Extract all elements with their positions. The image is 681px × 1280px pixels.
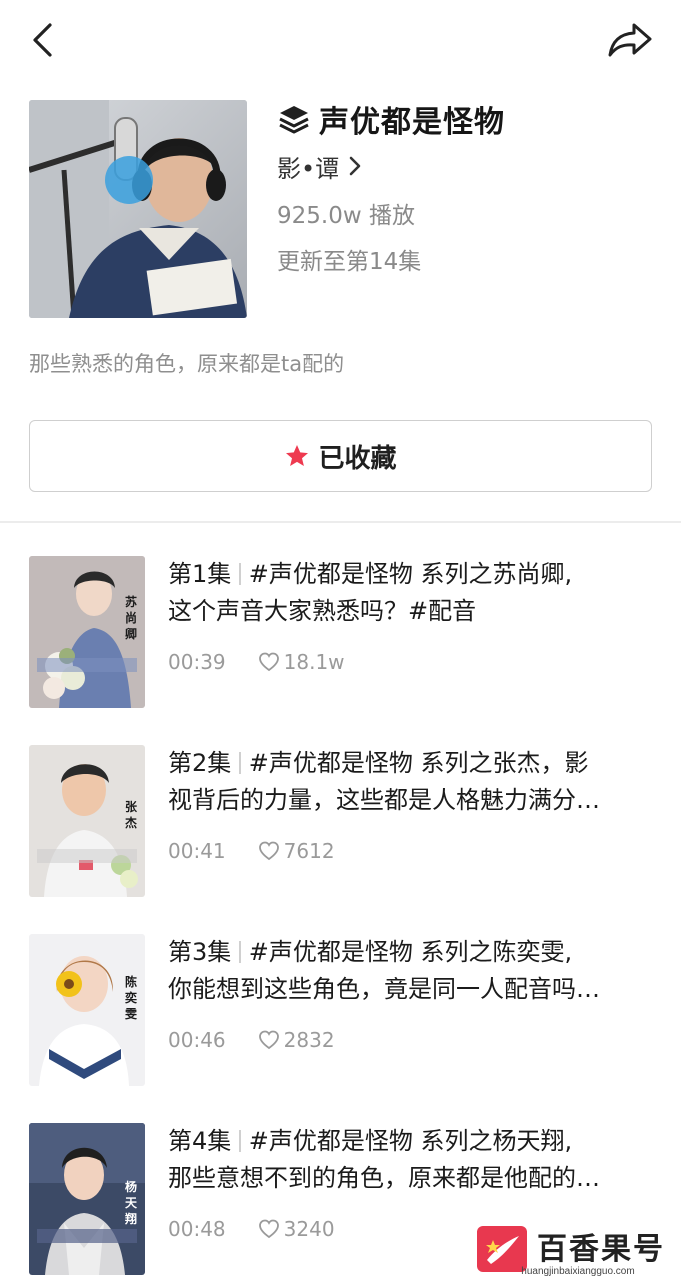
favorite-button[interactable]: 已收藏 [29, 420, 652, 492]
author-name: 影•谭 [277, 154, 340, 183]
svg-text:张: 张 [125, 799, 138, 814]
title-separator [239, 941, 241, 963]
episode-title: 第3集 #声优都是怪物 系列之陈奕雯, 你能想到这些角色，竟是同一人配音吗… [168, 934, 663, 1008]
episode-title-line1: #声优都是怪物 系列之陈奕雯, [248, 938, 573, 966]
heart-icon [258, 1219, 279, 1239]
episode-title-line1: #声优都是怪物 系列之杨天翔, [248, 1127, 573, 1155]
svg-text:翔: 翔 [124, 1211, 137, 1226]
episode-duration: 00:46 [168, 1028, 226, 1052]
episode-number: 第2集 [168, 749, 232, 777]
episode-title: 第2集 #声优都是怪物 系列之张杰，影 视背后的力量，这些都是人格魅力满分… [168, 745, 663, 819]
svg-text:雯: 雯 [124, 1007, 138, 1021]
watermark-name: 百香果号 [537, 1232, 665, 1267]
watermark: 百香果号 huangjinbaixiangguo.com [475, 1222, 681, 1280]
svg-text:卿: 卿 [125, 627, 137, 641]
episode-thumbnail: 苏 尚 卿 [29, 556, 145, 708]
heart-icon [258, 652, 279, 672]
cover-image [29, 100, 247, 318]
chevron-left-icon [33, 23, 52, 57]
title-separator [239, 752, 241, 774]
top-bar [0, 0, 681, 80]
episode-meta: 00:41 7612 [168, 839, 335, 863]
title-separator [239, 1130, 241, 1152]
svg-text:杨: 杨 [125, 1179, 137, 1194]
update-status: 更新至第14集 [277, 249, 422, 275]
episode-likes: 2832 [283, 1028, 335, 1052]
episode-number: 第1集 [168, 560, 232, 588]
star-icon [286, 445, 309, 466]
episode-duration: 00:39 [168, 650, 226, 674]
episode-likes: 7612 [283, 839, 335, 863]
chevron-right-icon [349, 156, 361, 176]
album-description: 那些熟悉的角色，原来都是ta配的 [29, 352, 345, 376]
svg-text:陈: 陈 [125, 974, 137, 989]
episode-title-line1: #声优都是怪物 系列之苏尚卿, [248, 560, 573, 588]
episode-meta: 00:46 2832 [168, 1028, 335, 1052]
album-title: 声优都是怪物 [319, 105, 505, 140]
episode-thumbnail: 陈 奕 雯 [29, 934, 145, 1086]
episode-number: 第4集 [168, 1127, 232, 1155]
episode-duration: 00:48 [168, 1217, 226, 1241]
watermark-url: huangjinbaixiangguo.com [521, 1266, 635, 1277]
episode-title-line1: #声优都是怪物 系列之张杰，影 [248, 749, 589, 777]
episode-thumbnail: 杨 天 翔 [29, 1123, 145, 1275]
svg-text:杰: 杰 [125, 815, 137, 830]
share-button[interactable] [602, 18, 658, 62]
episode-likes: 3240 [283, 1217, 335, 1241]
svg-text:天: 天 [125, 1196, 138, 1210]
episode-title-line2: 那些意想不到的角色，原来都是他配的… [168, 1164, 600, 1192]
episode-item-2[interactable]: 张 杰 第2集 #声优都是怪物 系列之张杰，影 视背后的力量，这些都是人格魅力满分… [0, 745, 681, 905]
episode-duration: 00:41 [168, 839, 226, 863]
favorite-label: 已收藏 [318, 443, 397, 474]
episode-item-1[interactable]: 苏 尚 卿 第1集 #声优都是怪物 系列之苏尚卿, 这个声音大家熟悉吗？#配音 0… [0, 556, 681, 716]
episode-title-line2: 视背后的力量，这些都是人格魅力满分… [168, 786, 600, 814]
episode-likes: 18.1w [283, 650, 345, 674]
episode-title: 第1集 #声优都是怪物 系列之苏尚卿, 这个声音大家熟悉吗？#配音 [168, 556, 663, 630]
album-title-row: 声优都是怪物 [277, 98, 505, 140]
share-arrow-icon [608, 23, 652, 57]
svg-text:尚: 尚 [125, 610, 137, 625]
episode-thumbnail: 张 杰 [29, 745, 145, 897]
heart-icon [258, 1030, 279, 1050]
title-separator [239, 563, 241, 585]
album-cover [29, 100, 247, 318]
author-link[interactable]: 影•谭 [277, 149, 361, 183]
episode-meta: 00:39 18.1w [168, 650, 345, 674]
episode-item-3[interactable]: 陈 奕 雯 第3集 #声优都是怪物 系列之陈奕雯, 你能想到这些角色，竟是同一人配… [0, 934, 681, 1094]
episode-title: 第4集 #声优都是怪物 系列之杨天翔, 那些意想不到的角色，原来都是他配的… [168, 1123, 663, 1197]
episode-number: 第3集 [168, 938, 232, 966]
back-button[interactable] [22, 18, 62, 62]
episode-meta: 00:48 3240 [168, 1217, 335, 1241]
layers-icon [277, 102, 311, 136]
play-count: 925.0w 播放 [277, 203, 415, 229]
section-divider [0, 521, 681, 523]
heart-icon [258, 841, 279, 861]
svg-text:奕: 奕 [125, 990, 137, 1005]
episode-title-line2: 这个声音大家熟悉吗？#配音 [168, 597, 477, 625]
episode-title-line2: 你能想到这些角色，竟是同一人配音吗… [168, 975, 600, 1003]
svg-text:苏: 苏 [125, 594, 137, 609]
